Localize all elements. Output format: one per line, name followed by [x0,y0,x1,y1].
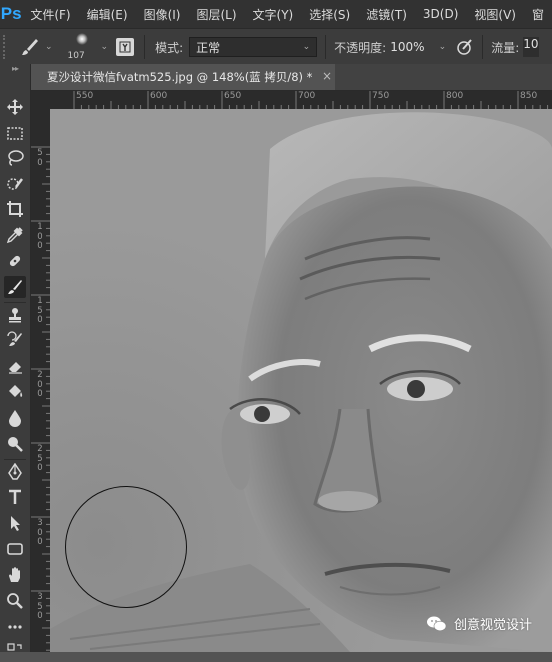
divider [144,35,146,59]
document-tab-bar: 夏沙设计微信fvatm525.jpg @ 148%(蓝 拷贝/8) * × [31,64,552,91]
ruler-label: 300 [37,518,43,547]
flow-value[interactable]: 100 [523,37,539,51]
menu-window[interactable]: 窗 [524,6,552,23]
divider [4,302,26,303]
document-tab-title[interactable]: 夏沙设计微信fvatm525.jpg @ 148%(蓝 拷贝/8) * [47,69,312,85]
vertical-ruler[interactable]: 50 100 150 200 250 300 350 [31,109,50,652]
close-icon[interactable]: × [322,69,332,83]
brush-settings-icon [119,41,131,53]
ruler-label: 50 [37,148,43,168]
history-brush-tool-icon[interactable] [4,329,26,351]
chevron-down-icon[interactable]: ⌄ [439,42,447,52]
wechat-icon [427,616,447,631]
menu-filter[interactable]: 滤镜(T) [358,6,415,23]
color-swap-icon[interactable] [4,640,26,662]
path-select-tool-icon[interactable] [4,512,26,534]
chevron-down-icon[interactable]: ⌄ [101,42,109,52]
document-canvas[interactable] [50,109,552,652]
chevron-down-icon[interactable]: ⌄ [45,42,53,52]
move-tool-icon[interactable] [4,96,26,118]
options-grip[interactable] [3,35,11,59]
opacity-value[interactable]: 100% [390,40,424,54]
options-bar: ⌄ 107 ⌄ 模式: 正常 ⌄ 不透明度: 100% ⌄ 流量: 100 [0,28,552,66]
marquee-tool-icon[interactable] [4,122,26,144]
brush-tip-icon [75,33,88,45]
lasso-tool-icon[interactable] [4,147,26,169]
menu-type[interactable]: 文字(Y) [245,6,302,23]
eraser-tool-icon[interactable] [4,355,26,377]
horizontal-ruler[interactable]: 550 600 650 700 750 800 850 [50,91,552,109]
ruler-label: 700 [298,91,316,101]
hand-tool-icon[interactable] [4,564,26,586]
ruler-origin[interactable] [31,91,50,109]
divider [325,35,327,59]
rectangle-tool-icon[interactable] [4,538,26,560]
brush-tool-icon[interactable] [4,276,26,298]
quick-select-tool-icon[interactable] [4,173,26,195]
opacity-field[interactable]: 100% ⌄ [390,37,446,57]
ruler-label: 850 [520,91,538,101]
tools-panel: ▸▸ [0,64,31,652]
crop-tool-icon[interactable] [4,198,26,220]
flow-field[interactable]: 100 [523,37,540,57]
opacity-label: 不透明度: [334,40,387,55]
pen-tool-icon[interactable] [4,461,26,483]
mode-value: 正常 [196,40,221,55]
ruler-label: 750 [372,91,390,101]
menu-select[interactable]: 选择(S) [301,6,358,23]
mode-select[interactable]: 正常 ⌄ [189,37,318,57]
healing-brush-tool-icon[interactable] [4,250,26,272]
menu-image[interactable]: 图像(I) [136,6,189,23]
mode-label: 模式: [155,40,184,55]
brush-size-picker[interactable]: 107 [67,31,97,63]
watermark: 创意视觉设计 [426,614,532,633]
paint-bucket-tool-icon[interactable] [4,381,26,403]
type-tool-icon[interactable] [4,486,26,508]
menu-3d[interactable]: 3D(D) [415,7,466,21]
ruler-label: 350 [37,592,43,621]
toolbar-collapse[interactable]: ▸▸ [0,64,30,74]
zoom-tool-icon[interactable] [4,590,26,612]
menu-file[interactable]: 文件(F) [22,6,78,23]
chevron-down-icon: ⌄ [302,42,311,52]
ruler-label: 800 [446,91,464,101]
divider [482,35,484,59]
ruler-label: 100 [37,222,43,251]
ruler-label: 150 [37,296,43,325]
ruler-label: 650 [224,91,242,101]
clone-stamp-tool-icon[interactable] [4,304,26,326]
flow-label: 流量: [491,40,520,55]
document-tab[interactable]: 夏沙设计微信fvatm525.jpg @ 148%(蓝 拷贝/8) * × [31,64,335,90]
brush-panel-toggle[interactable] [116,38,135,56]
more-tools-icon[interactable] [4,616,26,638]
brush-size-value: 107 [67,51,85,61]
blur-tool-icon[interactable] [4,407,26,429]
menu-view[interactable]: 视图(V) [466,6,524,23]
menu-edit[interactable]: 编辑(E) [79,6,136,23]
ruler-label: 550 [76,91,94,101]
dodge-tool-icon[interactable] [4,433,26,455]
brush-preset-icon[interactable] [19,36,41,58]
ruler-label: 200 [37,370,43,399]
eyedropper-tool-icon[interactable] [4,224,26,246]
watermark-text: 创意视觉设计 [454,618,533,633]
brush-cursor [65,486,187,608]
ruler-label: 250 [37,444,43,473]
menu-bar: Ps 文件(F) 编辑(E) 图像(I) 图层(L) 文字(Y) 选择(S) 滤… [0,0,552,28]
photoshop-logo: Ps [0,4,22,23]
pressure-opacity-icon[interactable] [456,38,474,56]
ruler-label: 600 [150,91,168,101]
divider [4,459,26,460]
menu-layer[interactable]: 图层(L) [188,6,244,23]
